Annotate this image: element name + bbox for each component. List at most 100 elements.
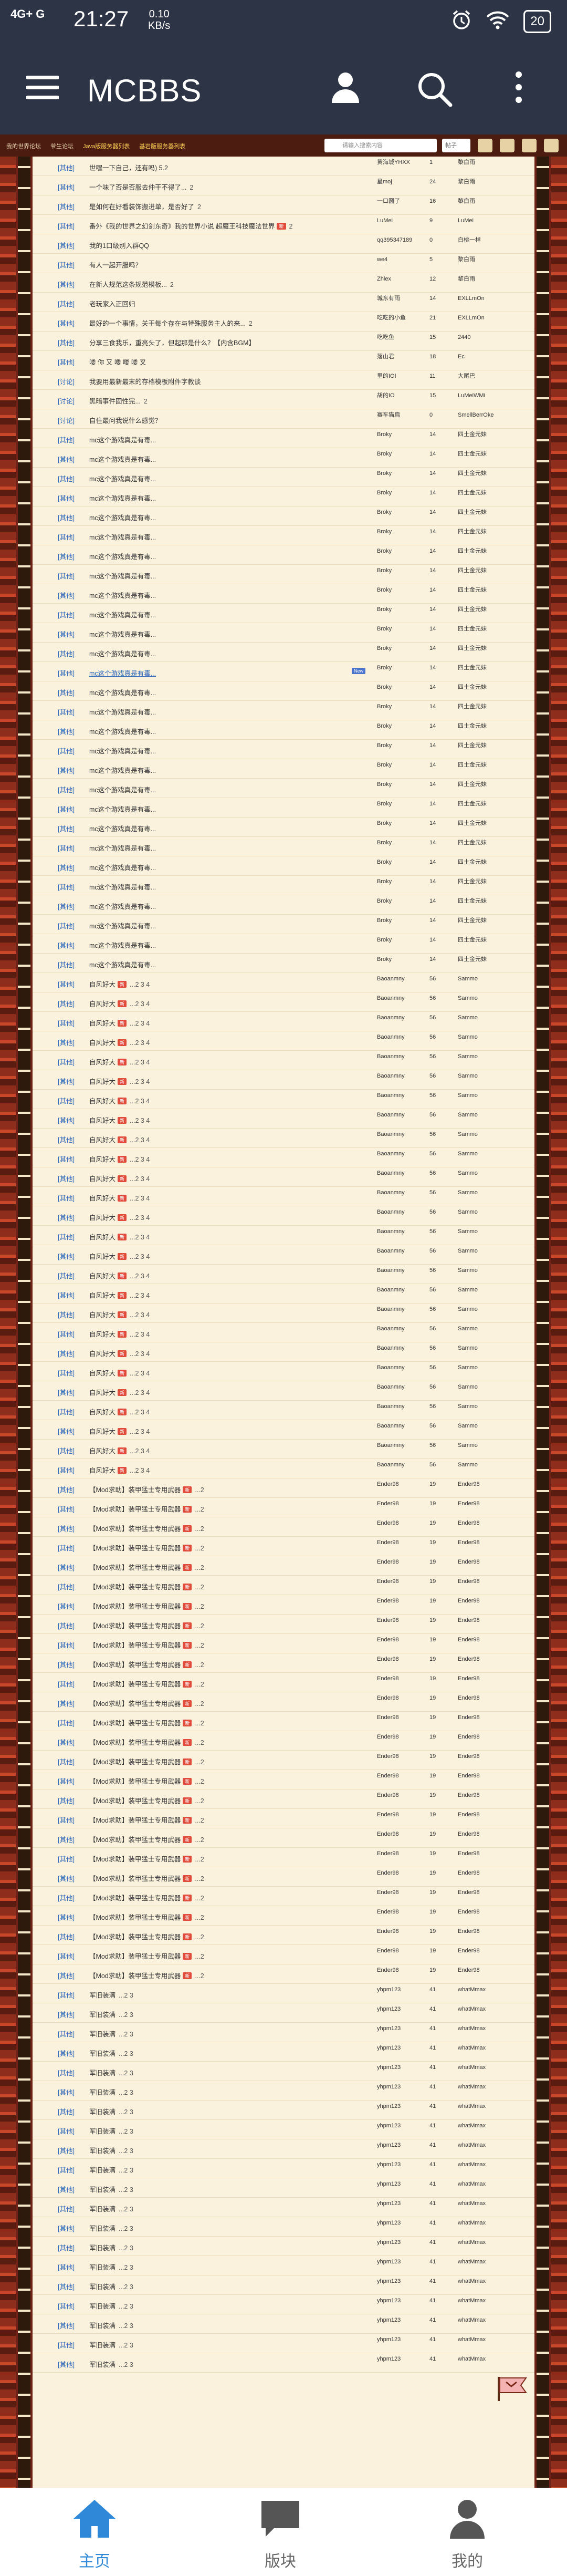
thread-category-tag[interactable]: [其他] xyxy=(58,493,75,503)
thread-category-tag[interactable]: [其他] xyxy=(58,2262,75,2272)
last-reply-user[interactable]: 四土金元妹 xyxy=(458,762,487,768)
author-name[interactable]: Ender98 xyxy=(377,1675,399,1682)
author-name[interactable]: Ender98 xyxy=(377,1889,399,1896)
thread-page-links[interactable]: ...2 xyxy=(195,1681,204,1688)
thread-page-links[interactable]: ...2 3 4 xyxy=(130,1273,150,1280)
thread-category-tag[interactable]: [其他] xyxy=(58,260,75,270)
thread-row[interactable]: [其他] 【Mod求助】装甲猛士专用武器新 ...2 Ender98 19 Ender98 xyxy=(33,1906,534,1926)
thread-category-tag[interactable]: [其他] xyxy=(58,1270,75,1280)
last-reply-user[interactable]: 四土金元妹 xyxy=(458,937,487,943)
thread-category-tag[interactable]: [其他] xyxy=(58,979,75,989)
thread-title[interactable]: 军旧装满 ...2 3 xyxy=(89,2145,133,2155)
thread-title-text[interactable]: 军旧装满 xyxy=(89,2361,116,2368)
author-name[interactable]: Broky xyxy=(377,509,392,515)
last-reply-user[interactable]: Sammo xyxy=(458,1053,478,1060)
thread-page-links[interactable]: ...2 3 4 xyxy=(130,1370,150,1377)
thread-category-tag[interactable]: [其他] xyxy=(58,1115,75,1125)
author-name[interactable]: Baoanmny xyxy=(377,995,405,1001)
thread-title-text[interactable]: 军旧装满 xyxy=(89,2167,116,2174)
last-reply-user[interactable]: Sammo xyxy=(458,1462,478,1468)
thread-title[interactable]: 【Mod求助】装甲猛士专用武器新 ...2 xyxy=(89,1504,204,1514)
thread-title[interactable]: 自风好大新 ...2 3 4 xyxy=(89,1465,150,1475)
thread-category-tag[interactable]: [其他] xyxy=(58,2320,75,2330)
thread-title-text[interactable]: mc这个游戏真是有毒... xyxy=(89,514,156,522)
thread-row[interactable]: [其他] mc这个游戏真是有毒... Broky 14 四土金元妹 xyxy=(33,545,534,565)
thread-title-text[interactable]: mc这个游戏真是有毒... xyxy=(89,942,156,949)
thread-title-text[interactable]: 【Mod求助】装甲猛士专用武器 xyxy=(89,1700,181,1708)
thread-page-links[interactable]: ...2 3 xyxy=(119,2050,133,2057)
thread-title-text[interactable]: 我的1口级别入群QQ xyxy=(89,242,149,250)
thread-row[interactable]: [其他] 军旧装满 ...2 3 yhpm123 41 whatMmax xyxy=(33,2334,534,2353)
thread-page-links[interactable]: ...2 3 xyxy=(119,2070,133,2077)
author-name[interactable]: Ender98 xyxy=(377,1656,399,1662)
last-reply-user[interactable]: Ender98 xyxy=(458,1928,480,1934)
last-reply-user[interactable]: 四土金元妹 xyxy=(458,548,487,554)
thread-page-links[interactable]: ...2 xyxy=(195,1720,204,1727)
author-name[interactable]: Ender98 xyxy=(377,1539,399,1546)
author-name[interactable]: yhpm123 xyxy=(377,2317,401,2323)
thread-page-links[interactable]: ...2 xyxy=(195,1895,204,1902)
thread-row[interactable]: [其他] mc这个游戏真是有毒... Broky 14 四土金元妹 xyxy=(33,681,534,701)
thread-title[interactable]: mc这个游戏真是有毒... xyxy=(89,804,156,814)
thread-title-text[interactable]: mc这个游戏真是有毒... xyxy=(89,709,156,716)
last-reply-user[interactable]: 四土金元妹 xyxy=(458,626,487,632)
thread-row[interactable]: [其他] mc这个游戏真是有毒... Broky 14 四土金元妹 xyxy=(33,720,534,740)
thread-category-tag[interactable]: [其他] xyxy=(58,940,75,950)
thread-page-links[interactable]: ...2 xyxy=(195,1700,204,1708)
author-name[interactable]: Baoanmny xyxy=(377,1462,405,1468)
thread-page-links[interactable]: ...2 3 xyxy=(119,2186,133,2194)
thread-title[interactable]: mc这个游戏真是有毒... xyxy=(89,687,156,697)
thread-category-tag[interactable]: [其他] xyxy=(58,1076,75,1086)
thread-title[interactable]: 军旧装满 ...2 3 xyxy=(89,2184,133,2194)
author-name[interactable]: Zhlex xyxy=(377,276,391,282)
thread-category-tag[interactable]: [其他] xyxy=(58,1173,75,1183)
last-reply-user[interactable]: Ender98 xyxy=(458,1637,480,1643)
thread-row[interactable]: [其他] 在新人规范这条规范模板... 2 Zhlex 12 黎白雨 xyxy=(33,273,534,293)
thread-title-text[interactable]: 军旧装满 xyxy=(89,2031,116,2038)
author-name[interactable]: Ender98 xyxy=(377,1520,399,1526)
thread-page-links[interactable]: ...2 xyxy=(195,1661,204,1669)
author-name[interactable]: Baoanmny xyxy=(377,1151,405,1157)
thread-title-text[interactable]: 【Mod求助】装甲猛士专用武器 xyxy=(89,1817,181,1824)
thread-row[interactable]: [其他] 分享三食我乐，重亮头了，但起那是什么？【内含BGM】 吃吃鱼 15 2440 xyxy=(33,332,534,351)
thread-row[interactable]: [其他] mc这个游戏真是有毒... Broky 14 四土金元妹 xyxy=(33,429,534,448)
thread-title-text[interactable]: 军旧装满 xyxy=(89,2283,116,2291)
thread-category-tag[interactable]: [其他] xyxy=(58,1718,75,1727)
thread-row[interactable]: [其他] 【Mod求助】装甲猛士专用武器新 ...2 Ender98 19 Ender98 xyxy=(33,1828,534,1848)
thread-row[interactable]: [讨论] 自住最问我说什么感觉？ 赛车猫扁 0 SmellBerrOke xyxy=(33,409,534,429)
thread-title-text[interactable]: 自风好大 xyxy=(89,1175,116,1183)
last-reply-user[interactable]: Ender98 xyxy=(458,1948,480,1954)
last-reply-user[interactable]: whatMmax xyxy=(458,1987,486,1993)
thread-title-text[interactable]: 自风好大 xyxy=(89,1409,116,1416)
last-reply-user[interactable]: 四土金元妹 xyxy=(458,742,487,749)
thread-title-text[interactable]: mc这个游戏真是有毒... xyxy=(89,631,156,638)
author-name[interactable]: yhpm123 xyxy=(377,2181,401,2187)
tab-boards[interactable]: 版块 xyxy=(228,2498,333,2571)
thread-page-links[interactable]: ...2 3 4 xyxy=(130,981,150,988)
last-reply-user[interactable]: Sammo xyxy=(458,1326,478,1332)
thread-row[interactable]: [其他] 【Mod求助】装甲猛士专用武器新 ...2 Ender98 19 Ender98 xyxy=(33,1848,534,1867)
thread-title-text[interactable]: 自风好大 xyxy=(89,1020,116,1027)
thread-title[interactable]: 我要用最新最末的存档模板附件字教谈 xyxy=(89,376,201,386)
thread-title-text[interactable]: 军旧装满 xyxy=(89,2186,116,2194)
author-name[interactable]: yhpm123 xyxy=(377,2278,401,2284)
thread-page-links[interactable]: ...2 xyxy=(195,1622,204,1630)
thread-row[interactable]: [其他] mc这个游戏真是有毒... Broky 14 四土金元妹 xyxy=(33,565,534,584)
thread-page-links[interactable]: 2 xyxy=(190,184,193,191)
thread-title-text[interactable]: mc这个游戏真是有毒... xyxy=(89,806,156,813)
thread-category-tag[interactable]: [其他] xyxy=(58,279,75,289)
thread-title-text[interactable]: 军旧装满 xyxy=(89,2128,116,2135)
last-reply-user[interactable]: 四土金元妹 xyxy=(458,665,487,671)
thread-category-tag[interactable]: [讨论] xyxy=(58,396,75,406)
author-name[interactable]: Ender98 xyxy=(377,1850,399,1857)
last-reply-user[interactable]: Sammo xyxy=(458,1131,478,1137)
author-name[interactable]: yhpm123 xyxy=(377,2200,401,2207)
author-name[interactable]: Baoanmny xyxy=(377,1131,405,1137)
thread-page-links[interactable]: ...2 3 4 xyxy=(130,1467,150,1474)
thread-page-links[interactable]: 2 xyxy=(197,203,201,211)
thread-page-links[interactable]: ...2 3 xyxy=(119,2264,133,2271)
last-reply-user[interactable]: Sammo xyxy=(458,995,478,1001)
thread-title-text[interactable]: 军旧装满 xyxy=(89,2050,116,2057)
thread-title[interactable]: 【Mod求助】装甲猛士专用武器新 ...2 xyxy=(89,1970,204,1980)
author-name[interactable]: yhpm123 xyxy=(377,2336,401,2343)
